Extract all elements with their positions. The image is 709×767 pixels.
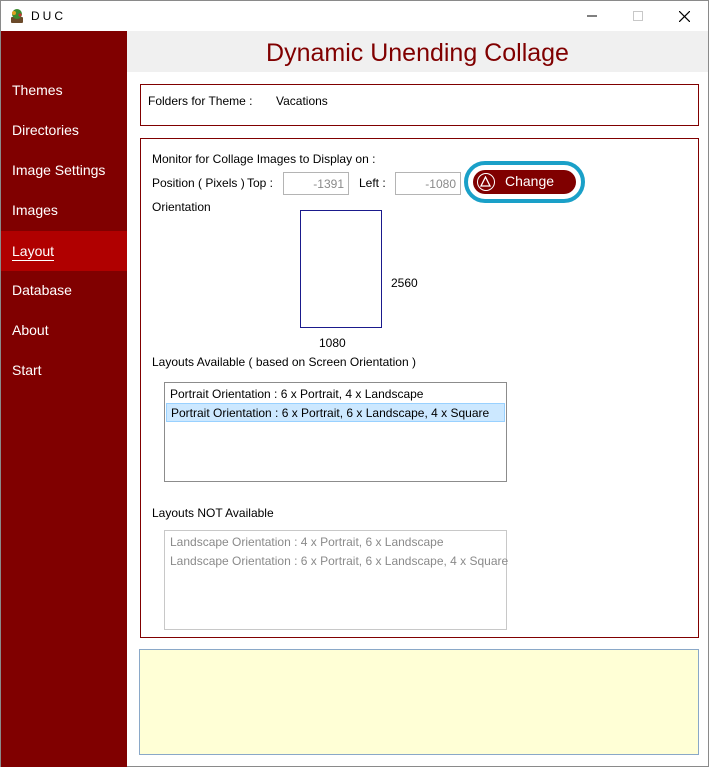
theme-label: Folders for Theme : [148,94,253,108]
minimize-button[interactable] [569,1,615,31]
change-button-highlight: Change [464,161,585,203]
orientation-label: Orientation [152,200,211,214]
app-window: DUC Themes Directories Image Settings Im… [0,0,709,767]
sidebar-item-about[interactable]: About [1,310,127,350]
sidebar: Themes Directories Image Settings Images… [1,31,127,767]
list-item: Landscape Orientation : 4 x Portrait, 6 … [170,535,444,549]
duc-app-icon [9,8,25,24]
position-label: Position ( Pixels ) [152,176,245,190]
sidebar-item-database[interactable]: Database [1,270,127,310]
sidebar-item-layout[interactable]: Layout [1,231,127,271]
change-button[interactable]: Change [473,170,576,194]
triangle-warning-icon [477,173,495,191]
list-item-selected[interactable]: Portrait Orientation : 6 x Portrait, 6 x… [166,403,505,422]
layouts-not-available-list: Landscape Orientation : 4 x Portrait, 6 … [164,530,509,630]
screen-width-value: 1080 [319,336,346,350]
left-position-input[interactable]: -1080 [395,172,461,195]
sidebar-item-image-settings[interactable]: Image Settings [1,150,127,190]
sidebar-item-start[interactable]: Start [1,350,127,390]
page-title: Dynamic Unending Collage [266,39,569,67]
theme-value: Vacations [276,94,328,108]
layouts-not-available-heading: Layouts NOT Available [152,506,274,520]
list-item[interactable]: Portrait Orientation : 6 x Portrait, 4 x… [166,385,505,404]
layouts-available-list[interactable]: Portrait Orientation : 6 x Portrait, 4 x… [164,382,507,482]
sidebar-item-directories[interactable]: Directories [1,110,127,150]
title-bar[interactable]: DUC [1,1,708,31]
list-item: Landscape Orientation : 6 x Portrait, 6 … [170,554,509,568]
close-button[interactable] [661,1,707,31]
top-label: Top : [247,176,274,190]
monitor-heading: Monitor for Collage Images to Display on… [152,152,376,166]
screen-height-value: 2560 [391,276,418,290]
close-icon [678,10,690,22]
maximize-button[interactable] [615,1,661,31]
change-button-label: Change [505,173,555,189]
orientation-preview [300,210,382,328]
page-header: Dynamic Unending Collage [127,31,708,72]
layouts-available-heading: Layouts Available ( based on Screen Orie… [152,355,416,369]
window-title: DUC [31,9,66,23]
sidebar-item-images[interactable]: Images [1,190,127,230]
top-position-input[interactable]: -1391 [283,172,349,195]
sidebar-item-themes[interactable]: Themes [1,70,127,110]
message-area [139,649,699,755]
left-label: Left : [359,176,386,190]
